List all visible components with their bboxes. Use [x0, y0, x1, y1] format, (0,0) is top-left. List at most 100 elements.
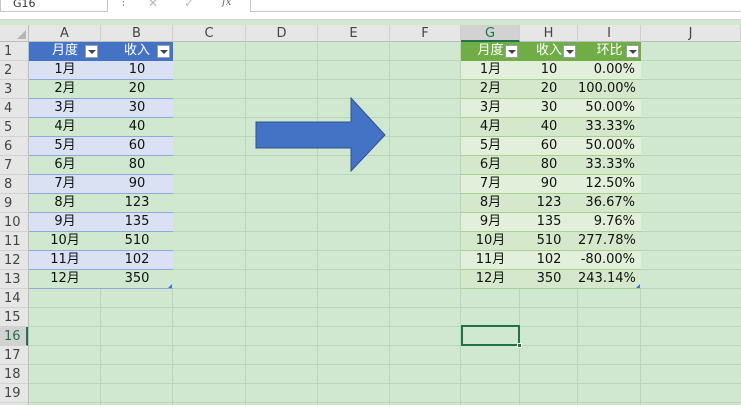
table-cell[interactable]: 135 [101, 213, 173, 232]
select-all-corner[interactable] [0, 25, 29, 42]
row-header-14[interactable]: 14 [0, 289, 28, 308]
table-cell[interactable]: 3月 [461, 99, 520, 118]
row-header-4[interactable]: 4 [0, 99, 28, 118]
table-cell[interactable]: 80 [520, 156, 578, 175]
column-header-f[interactable]: F [390, 25, 461, 42]
table-cell[interactable]: 1月 [29, 61, 101, 80]
filter-dropdown-icon[interactable] [85, 45, 98, 58]
table-cell[interactable]: 6月 [461, 156, 520, 175]
column-header-j[interactable]: J [641, 25, 741, 42]
table-cell[interactable]: 10月 [461, 232, 520, 251]
table-cell[interactable]: 123 [101, 194, 173, 213]
row-header-6[interactable]: 6 [0, 137, 28, 156]
filter-dropdown-icon[interactable] [563, 45, 576, 58]
row-header-2[interactable]: 2 [0, 61, 28, 80]
enter-icon[interactable]: ✓ [184, 0, 194, 9]
table-cell[interactable]: 10月 [29, 232, 101, 251]
table-cell[interactable]: 0.00% [578, 61, 641, 80]
table-cell[interactable]: 50.00% [578, 137, 641, 156]
fill-handle[interactable] [517, 343, 522, 348]
table-cell[interactable]: 50.00% [578, 99, 641, 118]
cancel-icon[interactable]: ✕ [148, 0, 158, 9]
table-cell[interactable]: 8月 [29, 194, 101, 213]
row-header-8[interactable]: 8 [0, 175, 28, 194]
table-cell[interactable]: 11月 [29, 251, 101, 270]
row-header-16[interactable]: 16 [0, 327, 28, 346]
table-cell[interactable]: 2月 [461, 80, 520, 99]
table-cell[interactable]: 1月 [461, 61, 520, 80]
arrow-shape-body[interactable] [255, 97, 386, 173]
table-cell[interactable]: 40 [101, 118, 173, 137]
table-cell[interactable]: 90 [101, 175, 173, 194]
row-header-7[interactable]: 7 [0, 156, 28, 175]
table-resize-handle[interactable] [168, 284, 172, 288]
more-icon[interactable]: ⋮ [118, 0, 129, 10]
filter-dropdown-icon[interactable] [626, 45, 639, 58]
formula-input[interactable] [250, 0, 741, 12]
column-header-h[interactable]: H [520, 25, 578, 42]
right-arrow-shape[interactable] [255, 97, 387, 173]
filter-dropdown-icon[interactable] [157, 45, 170, 58]
table-cell[interactable]: 9月 [461, 213, 520, 232]
table-cell[interactable]: -80.00% [578, 251, 641, 270]
table-cell[interactable]: 10 [101, 61, 173, 80]
active-cell-border[interactable] [461, 325, 520, 346]
column-header-c[interactable]: C [173, 25, 246, 42]
table-cell[interactable]: 30 [520, 99, 578, 118]
table-cell[interactable]: 4月 [461, 118, 520, 137]
table-resize-handle[interactable] [636, 284, 640, 288]
row-header-1[interactable]: 1 [0, 42, 28, 61]
column-header-i[interactable]: I [578, 25, 641, 42]
column-header-a[interactable]: A [29, 25, 101, 42]
table-cell[interactable]: 20 [520, 80, 578, 99]
row-header-5[interactable]: 5 [0, 118, 28, 137]
row-header-13[interactable]: 13 [0, 270, 28, 289]
table-cell[interactable]: 60 [101, 137, 173, 156]
table-cell[interactable]: 9.76% [578, 213, 641, 232]
table-cell[interactable]: 33.33% [578, 156, 641, 175]
table-cell[interactable]: 12月 [29, 270, 101, 289]
table-cell[interactable]: 350 [520, 270, 578, 289]
row-header-11[interactable]: 11 [0, 232, 28, 251]
table-cell[interactable]: 9月 [29, 213, 101, 232]
table-cell[interactable]: 11月 [461, 251, 520, 270]
table-cell[interactable]: 350 [101, 270, 173, 289]
table-cell[interactable]: 36.67% [578, 194, 641, 213]
table-cell[interactable]: 5月 [461, 137, 520, 156]
row-header-18[interactable]: 18 [0, 365, 28, 384]
table-cell[interactable]: 10 [520, 61, 578, 80]
table-cell[interactable]: 7月 [461, 175, 520, 194]
table-cell[interactable]: 3月 [29, 99, 101, 118]
row-header-9[interactable]: 9 [0, 194, 28, 213]
column-header-g[interactable]: G [461, 25, 520, 42]
table-cell[interactable]: 243.14% [578, 270, 641, 289]
row-header-12[interactable]: 12 [0, 251, 28, 270]
name-box[interactable]: G16 [0, 0, 108, 12]
table-cell[interactable]: 12月 [461, 270, 520, 289]
table-cell[interactable]: 510 [101, 232, 173, 251]
table-cell[interactable]: 510 [520, 232, 578, 251]
table-cell[interactable]: 60 [520, 137, 578, 156]
table-cell[interactable]: 90 [520, 175, 578, 194]
table-cell[interactable]: 277.78% [578, 232, 641, 251]
table-cell[interactable]: 6月 [29, 156, 101, 175]
table-cell[interactable]: 40 [520, 118, 578, 137]
table-cell[interactable]: 100.00% [578, 80, 641, 99]
filter-dropdown-icon[interactable] [505, 45, 518, 58]
table-cell[interactable]: 5月 [29, 137, 101, 156]
table-cell[interactable]: 2月 [29, 80, 101, 99]
row-header-3[interactable]: 3 [0, 80, 28, 99]
table-cell[interactable]: 4月 [29, 118, 101, 137]
table-cell[interactable]: 30 [101, 99, 173, 118]
table-cell[interactable]: 8月 [461, 194, 520, 213]
row-header-15[interactable]: 15 [0, 308, 28, 327]
table-cell[interactable]: 33.33% [578, 118, 641, 137]
table-cell[interactable]: 123 [520, 194, 578, 213]
table-cell[interactable]: 102 [520, 251, 578, 270]
fx-icon[interactable]: fx [222, 0, 231, 8]
column-header-e[interactable]: E [318, 25, 390, 42]
table-cell[interactable]: 80 [101, 156, 173, 175]
table-cell[interactable]: 135 [520, 213, 578, 232]
row-header-10[interactable]: 10 [0, 213, 28, 232]
table-cell[interactable]: 20 [101, 80, 173, 99]
